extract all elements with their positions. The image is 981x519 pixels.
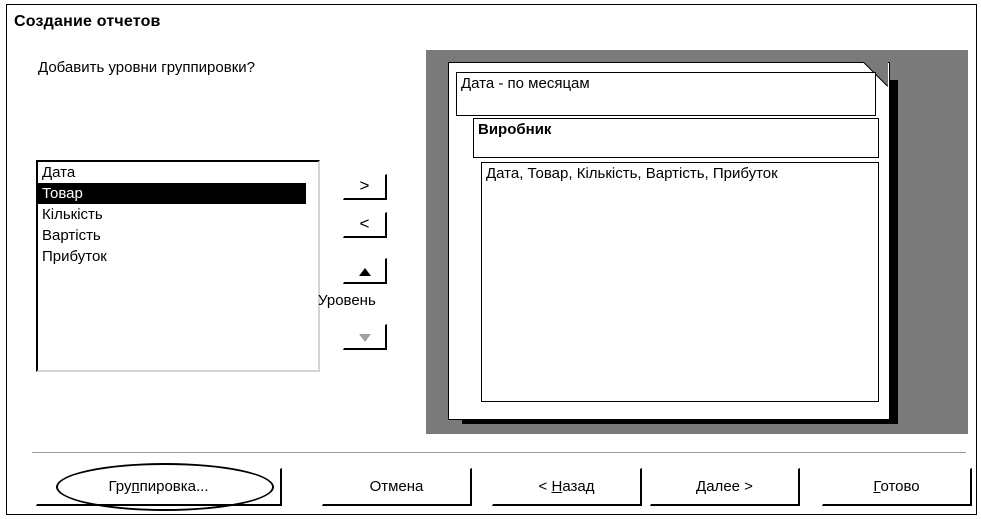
back-label-post: азад [562, 478, 595, 495]
list-item[interactable]: Дата [38, 162, 318, 183]
back-label-pre: < [538, 478, 552, 495]
level-up-button[interactable] [343, 258, 387, 284]
highlight-ellipse [56, 463, 274, 511]
level-label: Уровень [318, 292, 376, 309]
level-down-button[interactable] [343, 324, 387, 350]
arrow-up-icon [358, 268, 371, 276]
list-item[interactable]: Прибуток [38, 246, 318, 267]
dialog-title: Создание отчетов [14, 13, 161, 30]
next-accel: Д [696, 478, 707, 495]
list-item[interactable]: Вартість [38, 225, 318, 246]
add-level-button[interactable]: > [343, 174, 387, 200]
next-button[interactable]: Далее > [650, 468, 800, 506]
grouping-question: Добавить уровни группировки? [38, 59, 255, 76]
finish-button[interactable]: Готово [822, 468, 972, 506]
finish-label-post: отово [880, 478, 920, 495]
divider [32, 452, 966, 453]
preview-detail-box: Дата, Товар, Кількість, Вартість, Прибут… [481, 162, 879, 402]
arrow-down-icon [358, 334, 371, 342]
remove-level-button[interactable]: < [343, 212, 387, 238]
next-label-post: алее > [706, 478, 753, 495]
list-item[interactable]: Кількість [38, 204, 318, 225]
back-accel: Н [551, 478, 563, 495]
back-button[interactable]: < Назад [492, 468, 642, 506]
preview-level1-box: Дата - по месяцам [456, 72, 876, 116]
cancel-button[interactable]: Отмена [322, 468, 472, 506]
fields-listbox[interactable]: Дата Товар Кількість Вартість Прибуток [36, 160, 320, 372]
preview-level2-box: Виробник [473, 118, 879, 158]
list-item-selected[interactable]: Товар [38, 183, 306, 204]
